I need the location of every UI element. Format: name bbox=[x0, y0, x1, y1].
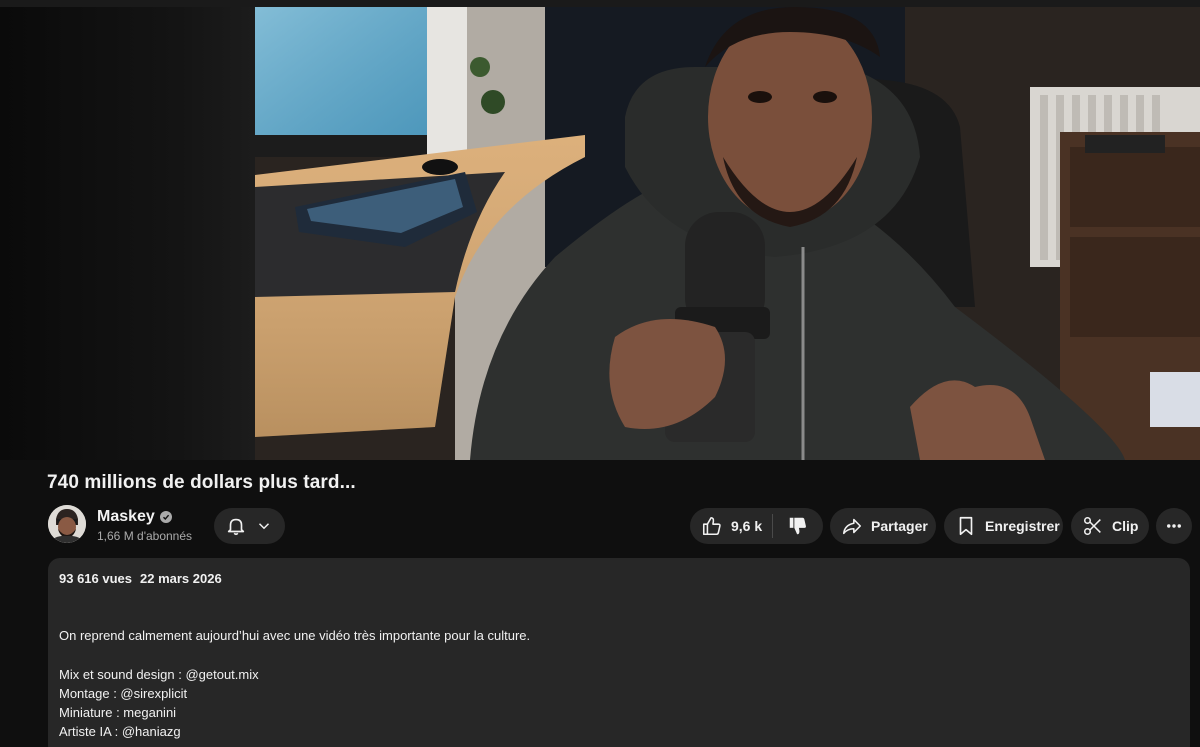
description-intro: On reprend calmement aujourd’hui avec un… bbox=[59, 628, 531, 643]
video-meta: 93 616 vues 22 mars 2026 bbox=[59, 571, 1179, 586]
thumbs-up-icon bbox=[701, 515, 723, 537]
share-button[interactable]: Partager bbox=[830, 508, 936, 544]
verified-check-icon bbox=[159, 511, 172, 523]
more-actions-button[interactable] bbox=[1156, 508, 1192, 544]
more-horiz-icon bbox=[1165, 517, 1183, 535]
publish-date: 22 mars 2026 bbox=[140, 571, 222, 586]
bookmark-icon bbox=[955, 515, 977, 537]
like-count: 9,6 k bbox=[731, 518, 763, 534]
channel-name[interactable]: Maskey bbox=[97, 508, 172, 526]
chevron-down-icon bbox=[255, 517, 273, 535]
view-count: 93 616 vues bbox=[59, 571, 133, 586]
thumbs-down-icon bbox=[787, 515, 809, 537]
clip-label: Clip bbox=[1112, 518, 1139, 534]
description-box[interactable]: 93 616 vues 22 mars 2026 On reprend calm… bbox=[48, 558, 1190, 747]
video-frame[interactable] bbox=[255, 7, 1200, 460]
player-letterbox bbox=[0, 7, 255, 460]
like-dislike-group: 9,6 k bbox=[690, 508, 823, 544]
like-button[interactable]: 9,6 k bbox=[690, 508, 772, 544]
credit-line: Mix et sound design : @getout.mix bbox=[59, 667, 259, 682]
credit-line: Artiste IA : @haniazg bbox=[59, 724, 181, 739]
scissors-icon bbox=[1082, 515, 1104, 537]
credit-line: Montage : @sirexplicit bbox=[59, 686, 188, 701]
share-label: Partager bbox=[871, 518, 928, 534]
save-label: Enregistrer bbox=[985, 518, 1060, 534]
video-player[interactable] bbox=[0, 7, 1200, 460]
subscriber-count: 1,66 M d'abonnés bbox=[97, 529, 193, 543]
notification-button[interactable] bbox=[214, 508, 285, 544]
credit-line: Miniature : meganini bbox=[59, 705, 177, 720]
avatar-icon bbox=[48, 505, 86, 543]
bell-icon bbox=[225, 515, 247, 537]
video-title: 740 millions de dollars plus tard... bbox=[47, 472, 356, 493]
save-button[interactable]: Enregistrer bbox=[944, 508, 1063, 544]
video-frame-illustration bbox=[255, 7, 1200, 460]
channel-name-text[interactable]: Maskey bbox=[97, 508, 155, 526]
top-bar bbox=[0, 0, 1200, 7]
dislike-button[interactable] bbox=[773, 508, 823, 544]
channel-avatar[interactable] bbox=[48, 505, 86, 543]
clip-button[interactable]: Clip bbox=[1071, 508, 1149, 544]
share-icon bbox=[841, 515, 863, 537]
